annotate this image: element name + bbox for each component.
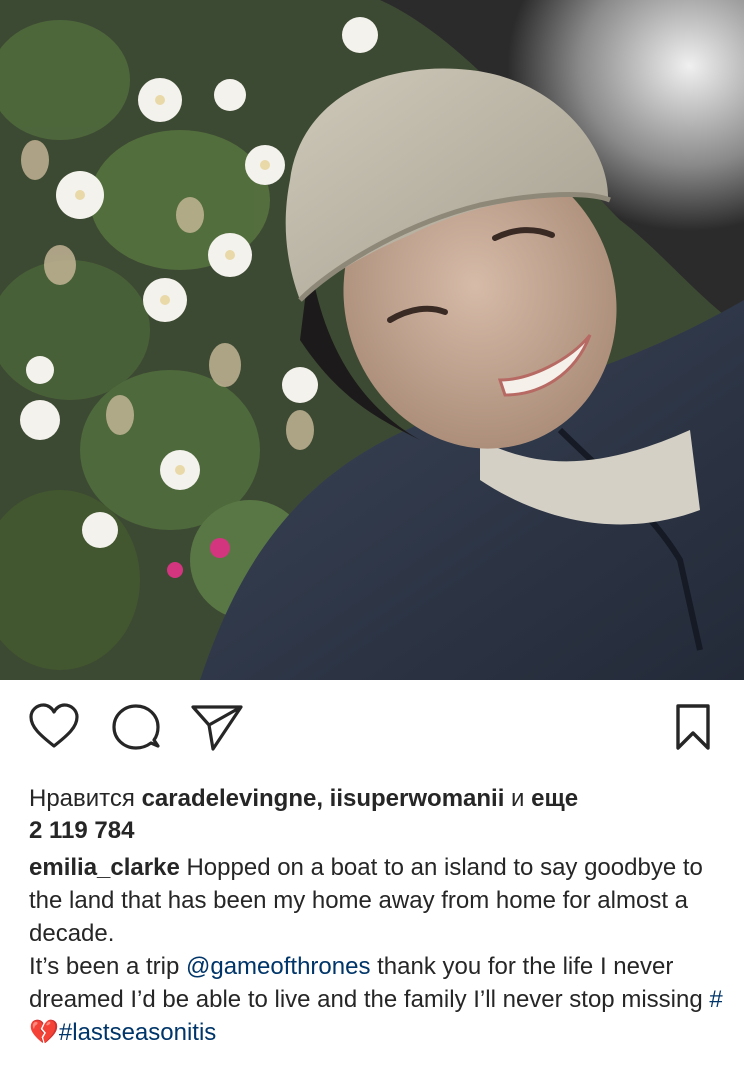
bookmark-icon	[676, 704, 710, 750]
post-photo-illustration	[0, 0, 744, 680]
heart-outline-icon	[29, 703, 79, 748]
likes-more-label[interactable]: еще	[531, 785, 578, 812]
action-bar	[0, 680, 744, 780]
comment-button[interactable]	[111, 702, 161, 752]
like-button[interactable]	[28, 702, 80, 750]
likes-summary: Нравится caradelevingne, iisuperwomanii …	[29, 783, 719, 847]
likes-count[interactable]: 2 119 784	[29, 817, 134, 844]
liker-link-1[interactable]: caradelevingne,	[142, 785, 323, 812]
save-button[interactable]	[674, 702, 712, 752]
caption-username[interactable]: emilia_clarke	[29, 854, 180, 881]
caption-paragraph-2: It’s been a trip @gameofthrones thank yo…	[29, 950, 729, 1049]
likes-prefix: Нравится	[29, 785, 135, 812]
caption-mention[interactable]: @gameofthrones	[186, 953, 370, 980]
post-photo[interactable]	[0, 0, 744, 680]
post-caption: emilia_clarke Hopped on a boat to an isl…	[29, 851, 729, 1049]
liker-link-2[interactable]: iisuperwomanii	[330, 785, 505, 812]
comment-bubble-icon	[112, 704, 160, 750]
caption-text-2a: It’s been a trip	[29, 953, 180, 980]
caption-paragraph-1: emilia_clarke Hopped on a boat to an isl…	[29, 851, 729, 950]
caption-hashtag-lastseason[interactable]: #lastseasonitis	[59, 1019, 216, 1046]
likes-and: и	[511, 785, 525, 812]
paper-plane-icon	[191, 705, 243, 751]
share-button[interactable]	[190, 702, 244, 752]
